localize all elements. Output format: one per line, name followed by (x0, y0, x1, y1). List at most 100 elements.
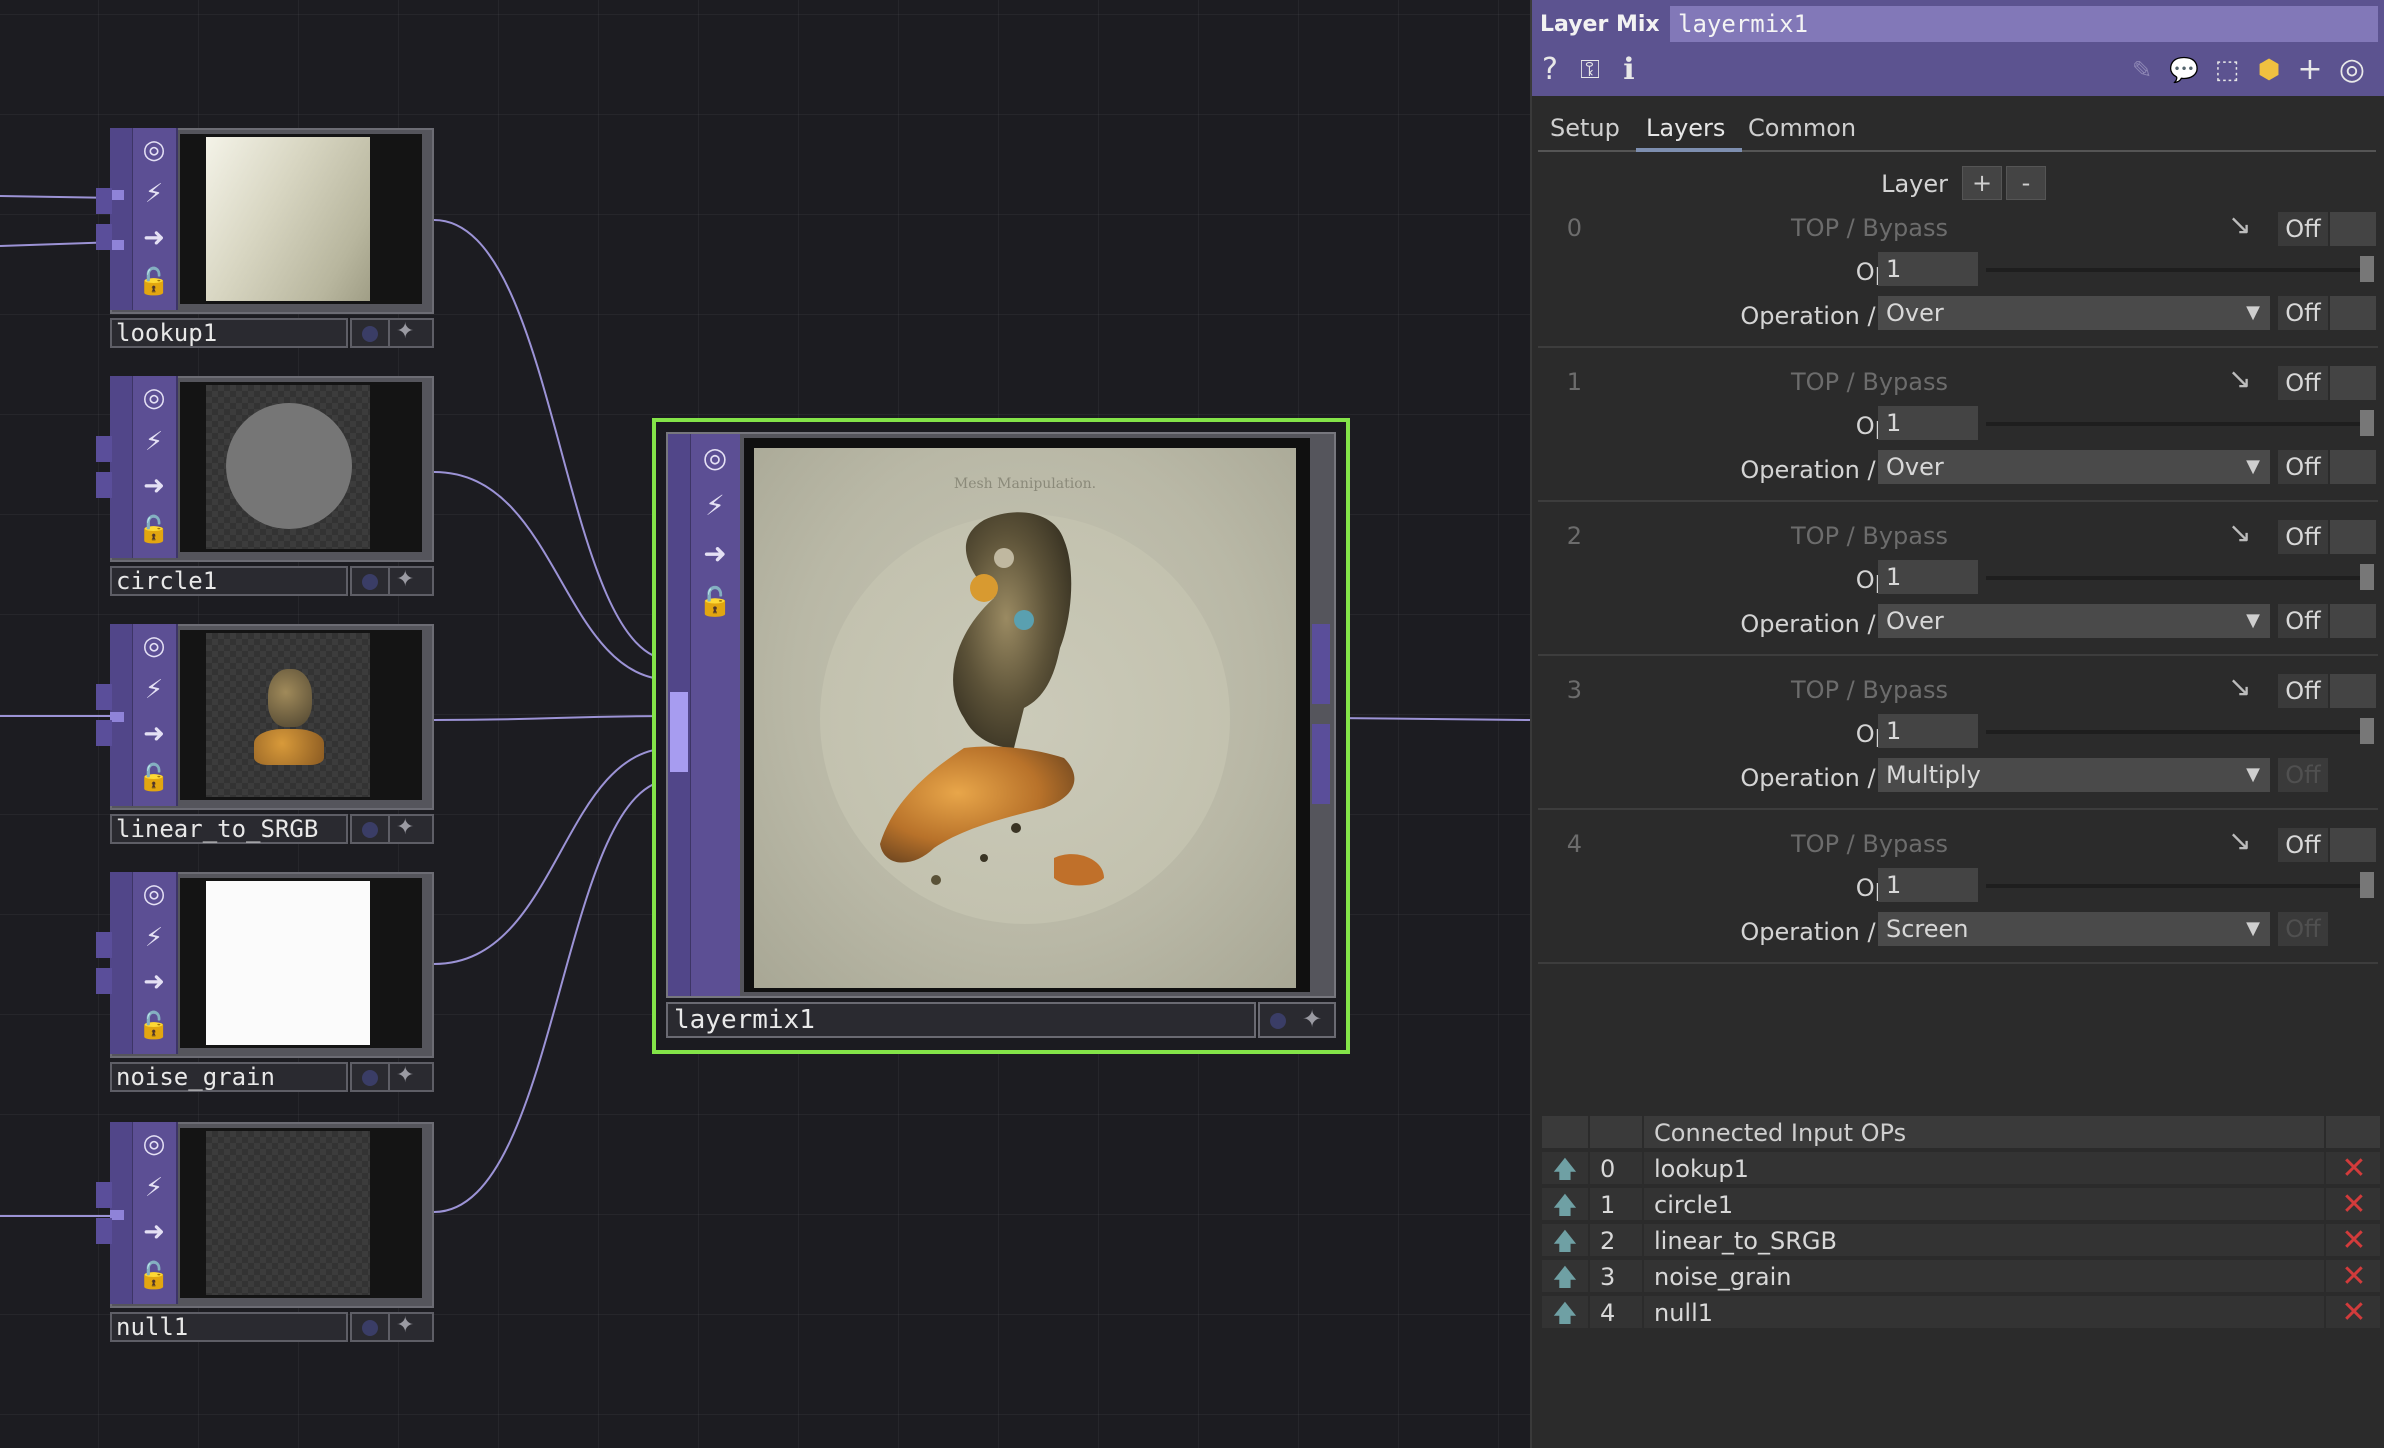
operation-menu[interactable]: Multiply ▼ (1878, 758, 2270, 792)
display-flag-icon[interactable] (362, 1070, 378, 1086)
bypass-icon[interactable]: ⚡ (132, 668, 176, 712)
display-flag-icon[interactable] (362, 326, 378, 342)
bypass-icon[interactable]: ⚡ (132, 420, 176, 464)
operation-menu[interactable]: Screen ▼ (1878, 912, 2270, 946)
opacity-field[interactable]: 1 (1878, 406, 1978, 440)
output-port[interactable] (96, 720, 112, 746)
lock-icon[interactable]: 🔓 (132, 1004, 176, 1048)
arrow-right-icon[interactable]: ➜ (132, 1210, 176, 1254)
opacity-field[interactable]: 1 (1878, 714, 1978, 748)
delete-icon[interactable]: ✕ (2328, 1224, 2380, 1258)
output-port[interactable] (96, 1218, 112, 1244)
table-row[interactable]: 🡅 0 lookup1 ✕ (1542, 1152, 2380, 1186)
add-icon[interactable]: + (2292, 50, 2328, 90)
node-name[interactable]: noise_grain (110, 1062, 348, 1092)
viewer-icon[interactable]: ◎ (692, 434, 738, 482)
node-name[interactable]: circle1 (110, 566, 348, 596)
arrow-up-icon[interactable]: 🡅 (1542, 1188, 1590, 1222)
opacity-field[interactable]: 1 (1878, 252, 1978, 286)
bypass-toggle[interactable]: Off (2278, 520, 2378, 554)
lock-icon[interactable]: 🔓 (132, 756, 176, 800)
output-port[interactable] (96, 472, 112, 498)
remove-layer-button[interactable]: - (2006, 166, 2046, 200)
tab-layers[interactable]: Layers (1646, 114, 1725, 142)
viewer-icon[interactable]: ◎ (132, 376, 176, 420)
operator-name-field[interactable]: layermix1 (1670, 6, 2378, 42)
viewer-icon[interactable]: ◎ (132, 128, 176, 172)
input-port[interactable] (110, 1210, 124, 1220)
arrow-up-icon[interactable]: 🡅 (1542, 1296, 1590, 1330)
info-icon[interactable]: ℹ (1614, 50, 1644, 90)
opacity-slider[interactable] (1986, 576, 2366, 580)
output-port[interactable] (96, 436, 112, 462)
python-help-icon[interactable]: ⚿ (1568, 50, 1612, 90)
opacity-slider[interactable] (1986, 884, 2366, 888)
delete-icon[interactable]: ✕ (2328, 1260, 2380, 1294)
delete-icon[interactable]: ✕ (2328, 1188, 2380, 1222)
input-port[interactable] (110, 190, 124, 200)
help-icon[interactable]: ? (1532, 50, 1568, 90)
lock-icon[interactable]: 🔓 (132, 260, 176, 304)
drop-target-icon[interactable]: ↘ (2228, 362, 2251, 395)
render-flag-icon[interactable]: ✦ (396, 567, 414, 592)
output-port[interactable] (1312, 724, 1330, 804)
node-name[interactable]: null1 (110, 1312, 348, 1342)
display-flag-icon[interactable] (362, 822, 378, 838)
lock-icon[interactable]: 🔓 (692, 578, 738, 626)
display-flag-icon[interactable] (362, 1320, 378, 1336)
delete-icon[interactable]: ✕ (2328, 1296, 2380, 1330)
display-flag-icon[interactable] (362, 574, 378, 590)
drop-target-icon[interactable]: ↘ (2228, 670, 2251, 703)
viewer-icon[interactable]: ◎ (132, 1122, 176, 1166)
network-editor[interactable]: ◎ ⚡ ➜ 🔓 lookup1 ✦ ◎ ⚡ ➜ 🔓 circle1 ✦ ◎ ⚡ … (0, 0, 1530, 1448)
bypass-icon[interactable]: ⚡ (132, 1166, 176, 1210)
table-row[interactable]: 🡅 4 null1 ✕ (1542, 1296, 2380, 1330)
opacity-slider[interactable] (1986, 422, 2366, 426)
clone-icon[interactable]: ⬚ (2208, 50, 2246, 90)
comment-icon[interactable]: 💬 (2166, 50, 2202, 90)
output-port[interactable] (96, 1182, 112, 1208)
render-flag-icon[interactable]: ✦ (396, 1313, 414, 1338)
node-name[interactable]: layermix1 (666, 1002, 1256, 1038)
viewer-icon[interactable]: ◎ (132, 624, 176, 668)
python-icon[interactable]: ⬢ (2250, 50, 2288, 90)
render-flag-icon[interactable]: ✦ (396, 1063, 414, 1088)
swap-toggle[interactable]: Off (2278, 296, 2378, 330)
swap-toggle[interactable]: Off (2278, 604, 2378, 638)
drop-target-icon[interactable]: ↘ (2228, 208, 2251, 241)
node-name[interactable]: lookup1 (110, 318, 348, 348)
bypass-toggle[interactable]: Off (2278, 674, 2378, 708)
arrow-up-icon[interactable]: 🡅 (1542, 1224, 1590, 1258)
bypass-icon[interactable]: ⚡ (132, 916, 176, 960)
bypass-icon[interactable]: ⚡ (692, 482, 738, 530)
opacity-slider-handle[interactable] (2360, 410, 2374, 436)
arrow-right-icon[interactable]: ➜ (132, 712, 176, 756)
node-name[interactable]: linear_to_SRGB (110, 814, 348, 844)
viewer-icon[interactable]: ◎ (132, 872, 176, 916)
output-port[interactable] (96, 684, 112, 710)
drop-target-icon[interactable]: ↘ (2228, 824, 2251, 857)
opacity-slider-handle[interactable] (2360, 564, 2374, 590)
swap-toggle[interactable]: Off (2278, 758, 2378, 792)
render-flag-icon[interactable]: ✦ (1302, 1005, 1322, 1033)
arrow-up-icon[interactable]: 🡅 (1542, 1152, 1590, 1186)
bypass-toggle[interactable]: Off (2278, 828, 2378, 862)
table-row[interactable]: 🡅 2 linear_to_SRGB ✕ (1542, 1224, 2380, 1258)
operation-menu[interactable]: Over ▼ (1878, 604, 2270, 638)
edit-icon[interactable]: ✎ (2124, 50, 2160, 90)
output-port[interactable] (96, 224, 112, 250)
lock-icon[interactable]: 🔓 (132, 1254, 176, 1298)
opacity-slider[interactable] (1986, 730, 2366, 734)
arrow-up-icon[interactable]: 🡅 (1542, 1260, 1590, 1294)
arrow-right-icon[interactable]: ➜ (132, 216, 176, 260)
output-port[interactable] (96, 932, 112, 958)
bypass-toggle[interactable]: Off (2278, 366, 2378, 400)
delete-icon[interactable]: ✕ (2328, 1152, 2380, 1186)
add-layer-button[interactable]: + (1962, 166, 2002, 200)
output-port[interactable] (96, 188, 112, 214)
node-layermix1[interactable]: ◎ ⚡ ➜ 🔓 Mesh Manipulation. layermix1 ✦ (652, 418, 1350, 1054)
tab-setup[interactable]: Setup (1550, 114, 1620, 142)
output-port[interactable] (1312, 624, 1330, 704)
drop-target-icon[interactable]: ↘ (2228, 516, 2251, 549)
opacity-slider-handle[interactable] (2360, 718, 2374, 744)
